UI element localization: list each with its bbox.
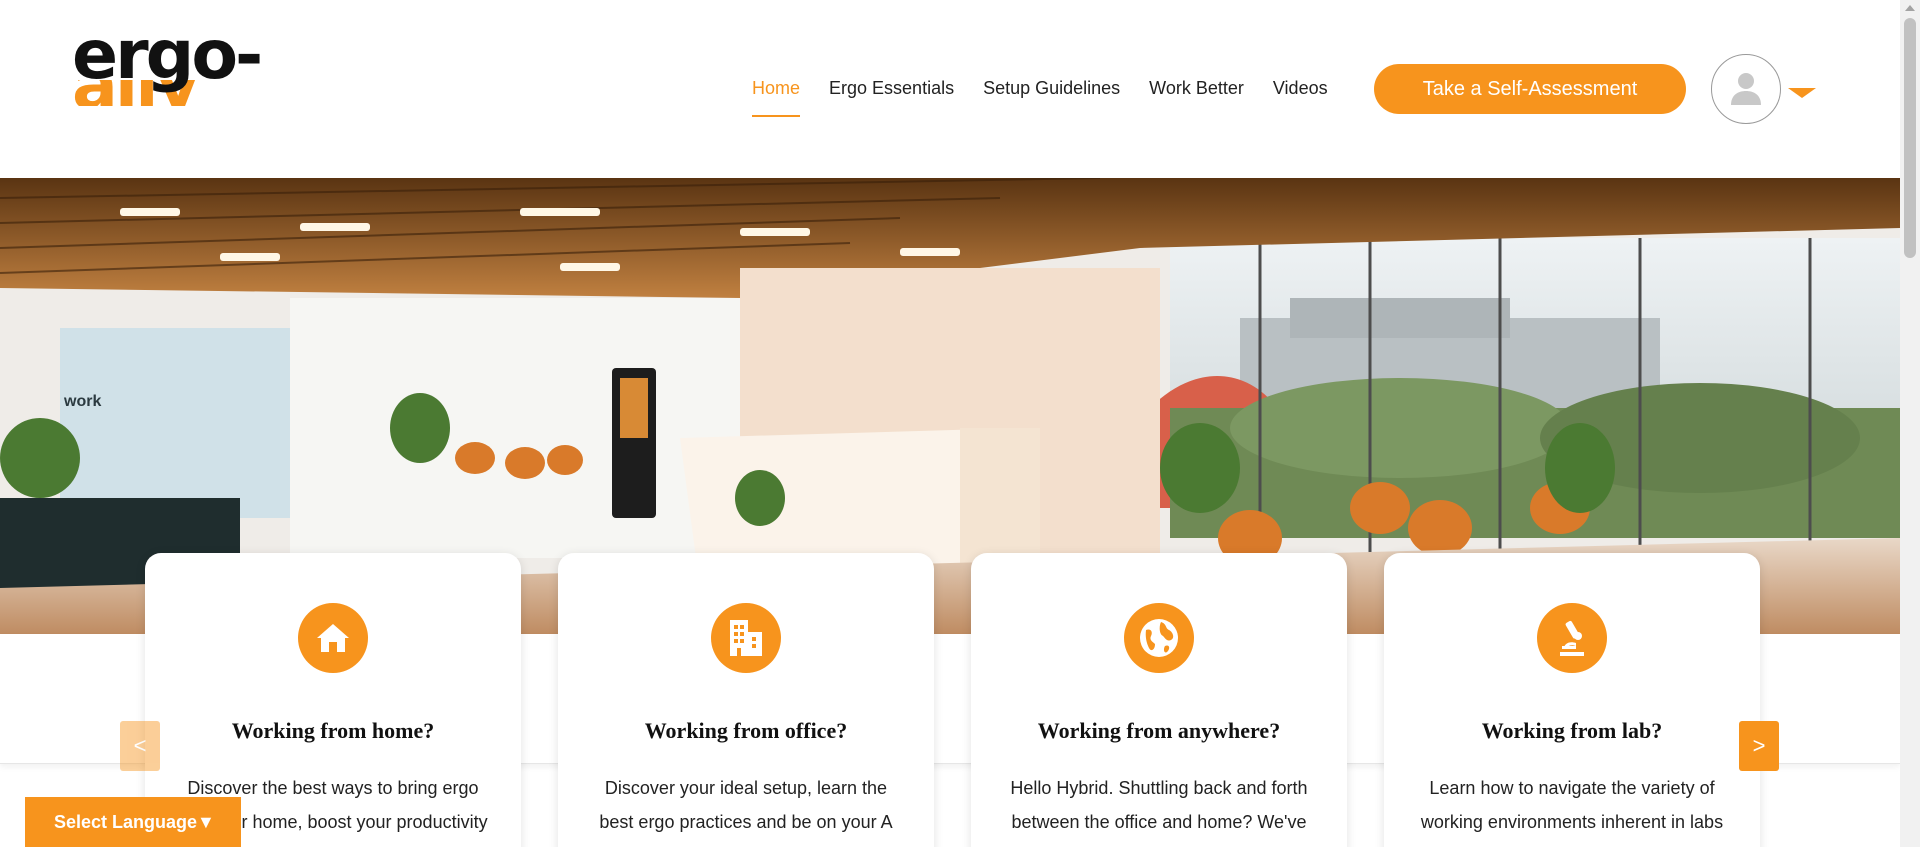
nav-work-better[interactable]: Work Better — [1149, 76, 1244, 117]
microscope-icon — [1537, 603, 1607, 673]
home-icon — [298, 603, 368, 673]
ergo-ally-logo[interactable]: ergo- ally — [72, 22, 292, 112]
wall-text: work — [63, 393, 101, 410]
card-working-from-office[interactable]: Working from office? Discover your ideal… — [558, 553, 934, 847]
select-language-button[interactable]: Select Language▼ — [25, 797, 241, 847]
carousel-prev-button[interactable]: < — [120, 721, 160, 771]
page-scrollbar[interactable] — [1900, 0, 1920, 847]
card-title: Working from office? — [644, 718, 848, 743]
office-building-icon — [711, 603, 781, 673]
carousel-next-button[interactable]: > — [1739, 721, 1779, 771]
self-assessment-button[interactable]: Take a Self-Assessment — [1374, 64, 1686, 114]
nav-videos[interactable]: Videos — [1273, 76, 1328, 117]
user-avatar-button[interactable] — [1711, 54, 1781, 124]
nav-home[interactable]: Home — [752, 76, 801, 117]
card-working-from-lab[interactable]: Working from lab? Learn how to navigate … — [1384, 553, 1760, 847]
card-title: Working from anywhere? — [1037, 718, 1281, 743]
caret-down-icon[interactable] — [1788, 88, 1816, 98]
main-nav: Home Ergo Essentials Setup Guidelines Wo… — [752, 76, 1357, 117]
site-header: ergo- ally Home Ergo Essentials Setup Gu… — [0, 0, 1900, 178]
card-description: Discover your ideal setup, learn the bes… — [599, 778, 893, 847]
logo-text: ergo- — [72, 16, 263, 95]
card-working-from-anywhere[interactable]: Working from anywhere? Hello Hybrid. Shu… — [971, 553, 1347, 847]
nav-setup-guidelines[interactable]: Setup Guidelines — [983, 76, 1120, 117]
user-icon — [1731, 73, 1761, 105]
card-description: Hello Hybrid. Shuttling back and forth b… — [1010, 778, 1308, 847]
nav-ergo-essentials[interactable]: Ergo Essentials — [829, 76, 954, 117]
scroll-up-arrow-icon[interactable] — [1905, 5, 1915, 11]
card-title: Working from lab? — [1481, 718, 1663, 743]
card-description: Learn how to navigate the variety of wor… — [1420, 778, 1724, 847]
globe-icon — [1124, 603, 1194, 673]
card-title: Working from home? — [231, 718, 435, 743]
scrollbar-thumb[interactable] — [1904, 18, 1916, 258]
